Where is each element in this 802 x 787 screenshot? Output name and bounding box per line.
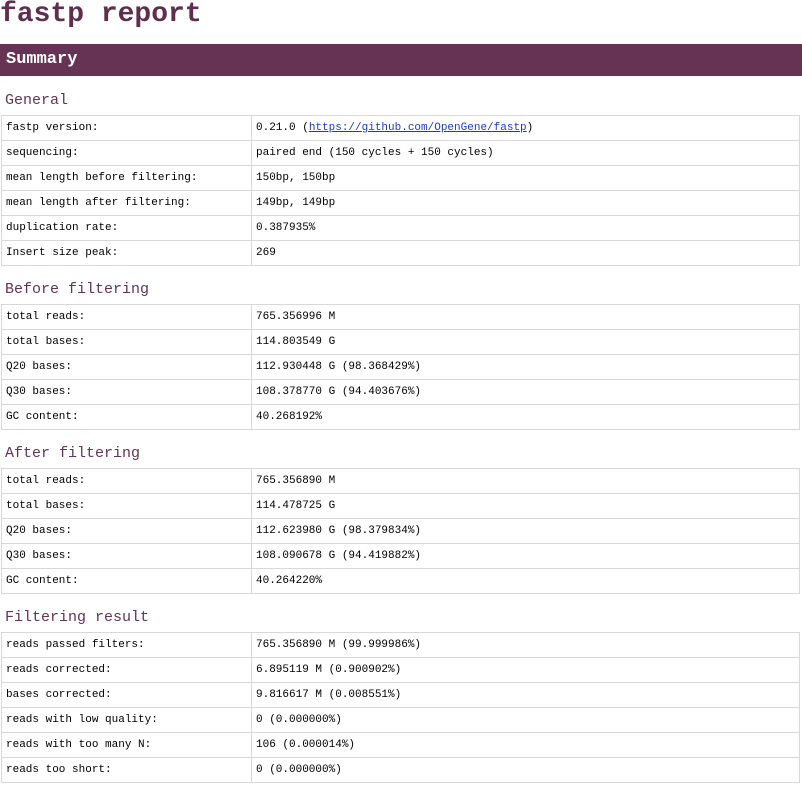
section-heading-after-filtering: After filtering	[5, 445, 141, 462]
row-value: 6.895119 M (0.900902%)	[251, 657, 800, 683]
row-key: total bases:	[1, 493, 252, 519]
row-value: 765.356890 M	[251, 468, 800, 494]
table-row: total bases: 114.478725 G	[1, 493, 800, 519]
row-key: Insert size peak:	[1, 240, 252, 266]
after-filtering-table: total reads: 765.356890 M total bases: 1…	[1, 468, 800, 594]
page-title: fastp report	[0, 0, 202, 30]
row-value: 765.356996 M	[251, 304, 800, 330]
table-row: total reads: 765.356996 M	[1, 304, 800, 330]
row-key: reads passed filters:	[1, 632, 252, 658]
row-key: bases corrected:	[1, 682, 252, 708]
row-value: 269	[251, 240, 800, 266]
row-key: sequencing:	[1, 140, 252, 166]
table-row: mean length after filtering: 149bp, 149b…	[1, 190, 800, 216]
row-key: GC content:	[1, 568, 252, 594]
table-row: duplication rate: 0.387935%	[1, 215, 800, 241]
table-row: reads with low quality: 0 (0.000000%)	[1, 707, 800, 733]
row-value: 150bp, 150bp	[251, 165, 800, 191]
row-key: fastp version:	[1, 115, 252, 141]
table-row: mean length before filtering: 150bp, 150…	[1, 165, 800, 191]
table-row: Q30 bases: 108.378770 G (94.403676%)	[1, 379, 800, 405]
row-value: 9.816617 M (0.008551%)	[251, 682, 800, 708]
row-key: Q20 bases:	[1, 354, 252, 380]
row-value: 0.387935%	[251, 215, 800, 241]
row-key: reads too short:	[1, 757, 252, 783]
table-row: reads passed filters: 765.356890 M (99.9…	[1, 632, 800, 658]
row-key: Q30 bases:	[1, 543, 252, 569]
row-key: total reads:	[1, 304, 252, 330]
row-value: 40.264220%	[251, 568, 800, 594]
row-value: 40.268192%	[251, 404, 800, 430]
row-value: 106 (0.000014%)	[251, 732, 800, 758]
row-value: 112.623980 G (98.379834%)	[251, 518, 800, 544]
row-key: reads corrected:	[1, 657, 252, 683]
section-heading-before-filtering: Before filtering	[5, 281, 150, 298]
row-value: 108.378770 G (94.403676%)	[251, 379, 800, 405]
table-row: Insert size peak: 269	[1, 240, 800, 266]
section-heading-general: General	[5, 92, 69, 109]
row-key: reads with too many N:	[1, 732, 252, 758]
version-text: 0.21.0 (	[256, 122, 309, 134]
table-row: GC content: 40.268192%	[1, 404, 800, 430]
row-value: 0 (0.000000%)	[251, 707, 800, 733]
table-row: GC content: 40.264220%	[1, 568, 800, 594]
row-value: 114.803549 G	[251, 329, 800, 355]
filtering-result-table: reads passed filters: 765.356890 M (99.9…	[1, 632, 800, 783]
row-key: mean length before filtering:	[1, 165, 252, 191]
table-row: Q20 bases: 112.623980 G (98.379834%)	[1, 518, 800, 544]
before-filtering-table: total reads: 765.356996 M total bases: 1…	[1, 304, 800, 430]
row-key: total bases:	[1, 329, 252, 355]
table-row: bases corrected: 9.816617 M (0.008551%)	[1, 682, 800, 708]
fastp-github-link[interactable]: https://github.com/OpenGene/fastp	[309, 122, 527, 134]
row-value: 765.356890 M (99.999986%)	[251, 632, 800, 658]
row-value: 108.090678 G (94.419882%)	[251, 543, 800, 569]
version-text-close: )	[526, 122, 534, 134]
row-key: mean length after filtering:	[1, 190, 252, 216]
table-row: Q20 bases: 112.930448 G (98.368429%)	[1, 354, 800, 380]
table-row: sequencing: paired end (150 cycles + 150…	[1, 140, 800, 166]
row-key: total reads:	[1, 468, 252, 494]
row-value: 149bp, 149bp	[251, 190, 800, 216]
row-key: reads with low quality:	[1, 707, 252, 733]
table-row: fastp version: 0.21.0 (https://github.co…	[1, 115, 800, 141]
row-key: GC content:	[1, 404, 252, 430]
table-row: total reads: 765.356890 M	[1, 468, 800, 494]
row-key: Q30 bases:	[1, 379, 252, 405]
row-key: duplication rate:	[1, 215, 252, 241]
general-table: fastp version: 0.21.0 (https://github.co…	[1, 115, 800, 266]
row-key: Q20 bases:	[1, 518, 252, 544]
row-value: paired end (150 cycles + 150 cycles)	[251, 140, 800, 166]
row-value: 112.930448 G (98.368429%)	[251, 354, 800, 380]
section-heading-filtering-result: Filtering result	[5, 609, 150, 626]
summary-bar: Summary	[0, 44, 802, 76]
table-row: reads with too many N: 106 (0.000014%)	[1, 732, 800, 758]
table-row: Q30 bases: 108.090678 G (94.419882%)	[1, 543, 800, 569]
table-row: reads corrected: 6.895119 M (0.900902%)	[1, 657, 800, 683]
row-value: 0.21.0 (https://github.com/OpenGene/fast…	[251, 115, 800, 141]
row-value: 0 (0.000000%)	[251, 757, 800, 783]
table-row: total bases: 114.803549 G	[1, 329, 800, 355]
table-row: reads too short: 0 (0.000000%)	[1, 757, 800, 783]
row-value: 114.478725 G	[251, 493, 800, 519]
